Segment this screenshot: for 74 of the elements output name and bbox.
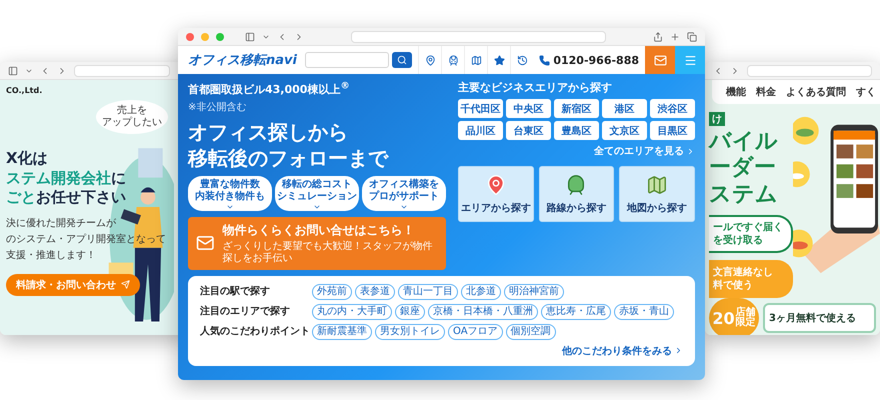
sidebar-toggle-icon[interactable]	[8, 66, 18, 76]
area-button[interactable]: 新宿区	[554, 99, 599, 118]
send-icon	[121, 280, 130, 289]
site-logo[interactable]: オフィス移転navi	[188, 51, 297, 69]
nav-link[interactable]: 料金	[756, 85, 776, 99]
feature-pill[interactable]: 移転の総コスト シミュレーション	[275, 176, 359, 211]
filter-label: 人気のこだわりポイント	[200, 324, 311, 339]
section-heading: 主要なビジネスエリアから探す	[458, 80, 613, 95]
new-tab-icon[interactable]	[670, 32, 680, 42]
filter-tag[interactable]: 恵比寿・広尾	[541, 304, 611, 320]
headline: バイル ーダー ステム	[709, 129, 779, 208]
all-areas-link[interactable]: 全てのエリアを見る	[594, 144, 695, 158]
filter-tag[interactable]: 表参道	[355, 284, 395, 300]
phone-icon	[539, 54, 550, 66]
filter-tag[interactable]: OAフロア	[448, 324, 503, 340]
search-field[interactable]	[304, 52, 389, 68]
filter-tag[interactable]: 丸の内・大手町	[312, 304, 392, 320]
chevron-right-icon	[674, 346, 683, 356]
contact-button[interactable]	[645, 46, 675, 74]
menu-button[interactable]	[675, 46, 705, 74]
map-icon	[470, 54, 482, 66]
filter-label: 注目の駅で探す	[200, 284, 271, 299]
area-button[interactable]: 品川区	[458, 121, 503, 140]
speech-bubble: 売上を アップしたい	[96, 100, 168, 134]
filter-tag[interactable]: 新耐震基準	[312, 324, 372, 340]
footnote-text: ※非公開含む	[188, 100, 248, 114]
area-button[interactable]: 港区	[602, 99, 647, 118]
filter-tag[interactable]: 男女別トイレ	[375, 324, 445, 340]
hero-title: オフィス探しから 移転後のフォローまで	[188, 118, 390, 171]
filter-tag[interactable]: 個別空調	[506, 324, 556, 340]
history-icon	[516, 54, 528, 66]
filter-tag[interactable]: 外苑前	[312, 284, 352, 300]
area-button[interactable]: 渋谷区	[650, 99, 695, 118]
filter-label: 注目のエリアで探す	[200, 304, 291, 319]
filter-tag[interactable]: 青山一丁目	[398, 284, 458, 300]
feature-pill[interactable]: オフィス構築を プロがサポート	[362, 176, 446, 211]
cta-button[interactable]: ールですぐ届く を受け取る	[709, 215, 793, 254]
filter-tag[interactable]: 銀座	[395, 304, 425, 320]
nav-link[interactable]: すく	[856, 85, 876, 99]
menu-icon	[684, 54, 696, 66]
tabs-icon[interactable]	[687, 32, 697, 42]
folded-map-icon	[646, 174, 668, 196]
area-button[interactable]: 中央区	[506, 99, 551, 118]
nav-link[interactable]: よくある質問	[786, 85, 846, 99]
phone-number: 0120-966-888	[553, 54, 639, 66]
feature-pill[interactable]: 豊富な物件数 内装付き物件も	[188, 176, 272, 211]
search-icon	[396, 55, 407, 65]
search-option-card[interactable]: 路線から探す	[538, 166, 614, 222]
filter-tag[interactable]: 赤坂・青山	[614, 304, 674, 320]
more-conditions-link[interactable]: 他のこだわり条件をみる	[562, 344, 683, 358]
window-close-button[interactable]	[186, 32, 194, 40]
mail-icon	[654, 54, 666, 66]
offer-banner: 3ヶ月無料で使える	[763, 303, 876, 334]
area-button[interactable]: 文京区	[602, 121, 647, 140]
search-option-card[interactable]: エリアから探す	[458, 166, 534, 222]
filter-tag[interactable]: 京橋・日本橋・八重洲	[428, 304, 538, 320]
search-option-card[interactable]: 地図から探す	[619, 166, 695, 222]
share-icon[interactable]	[653, 32, 663, 42]
chevron-right-icon	[686, 146, 695, 156]
filter-tag[interactable]: 明治神宮前	[504, 284, 564, 300]
area-button[interactable]: 目黒区	[650, 121, 695, 140]
filter-tag[interactable]: 北参道	[461, 284, 501, 300]
star-icon	[494, 54, 505, 66]
area-button[interactable]: 台東区	[506, 121, 551, 140]
headline: X化は ステム開発会社に ごとお任せ下さい	[6, 149, 127, 208]
map-pin-icon	[424, 54, 436, 66]
tag-label: け	[709, 112, 725, 126]
area-button[interactable]: 千代田区	[458, 99, 503, 118]
sidebar-toggle-icon[interactable]	[245, 32, 255, 42]
area-button[interactable]: 豊島区	[554, 121, 599, 140]
company-name: CO.,Ltd.	[6, 86, 44, 95]
nav-link[interactable]: 機能	[726, 85, 746, 99]
building-count-text: 首都圏取扱ビル43,000棟以上$^{®}$	[188, 80, 351, 97]
search-button[interactable]	[392, 52, 412, 68]
